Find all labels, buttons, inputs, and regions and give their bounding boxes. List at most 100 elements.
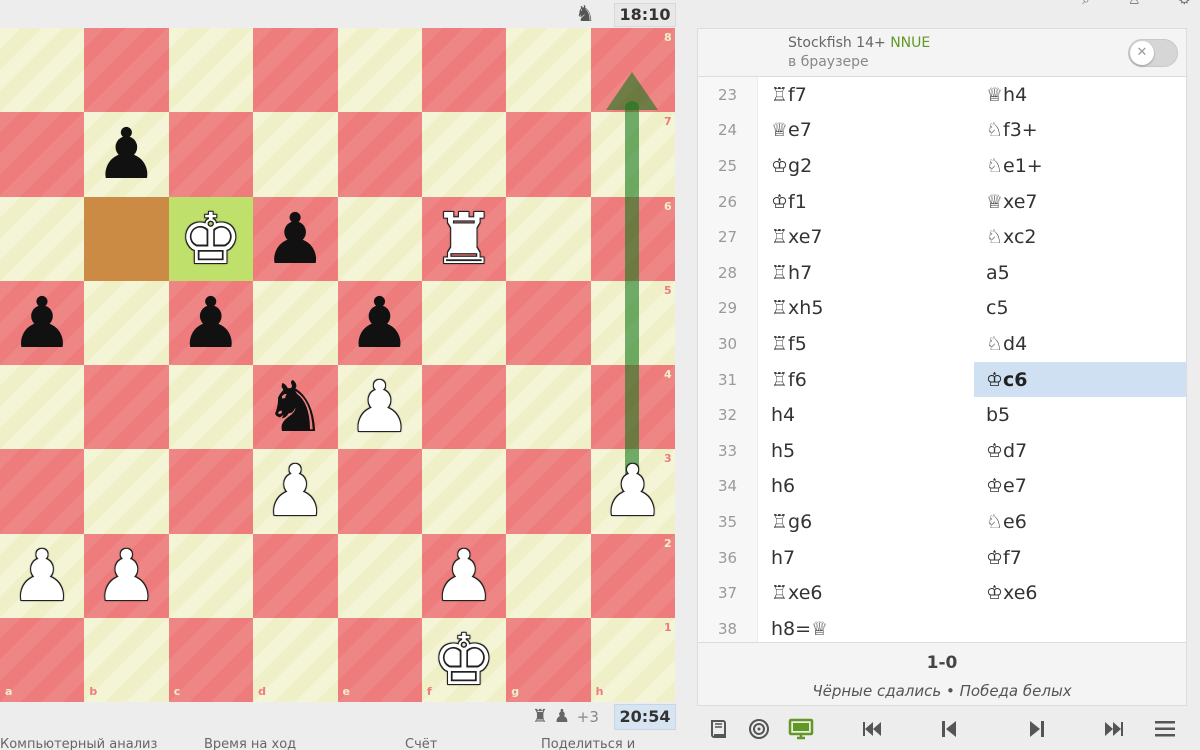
square-a7[interactable] bbox=[0, 112, 85, 197]
black-move[interactable]: ♔e7 bbox=[974, 469, 1186, 505]
square-h2[interactable] bbox=[590, 533, 676, 618]
square-f5[interactable] bbox=[421, 280, 507, 366]
white-piece-d3[interactable]: ♟ bbox=[253, 449, 337, 533]
target-icon[interactable] bbox=[741, 714, 777, 744]
white-move[interactable]: ♖xh5 bbox=[758, 291, 974, 327]
black-move[interactable]: ♘xc2 bbox=[974, 219, 1186, 255]
white-piece-b2[interactable]: ♟ bbox=[84, 534, 168, 618]
last-move-icon[interactable] bbox=[1095, 714, 1131, 744]
black-move[interactable]: ♔d7 bbox=[974, 433, 1186, 469]
square-d8[interactable] bbox=[253, 28, 338, 113]
tab-computer-analysis[interactable]: Компьютерный анализ bbox=[0, 738, 157, 750]
square-d7[interactable] bbox=[253, 112, 338, 197]
square-g2[interactable] bbox=[506, 533, 591, 618]
square-f7[interactable] bbox=[421, 112, 507, 197]
white-move[interactable]: ♔f1 bbox=[758, 184, 974, 220]
square-a4[interactable] bbox=[0, 365, 85, 450]
square-h4[interactable] bbox=[590, 365, 676, 450]
tab-move-times[interactable]: Время на ход bbox=[204, 738, 296, 750]
square-h7[interactable] bbox=[590, 112, 676, 197]
square-g6[interactable] bbox=[506, 196, 591, 281]
square-g5[interactable] bbox=[506, 280, 591, 366]
square-h6[interactable] bbox=[590, 196, 676, 281]
square-b4[interactable] bbox=[84, 365, 169, 450]
square-c1[interactable] bbox=[168, 617, 254, 703]
black-move[interactable]: ♔xe6 bbox=[974, 575, 1186, 611]
white-move[interactable]: h8=♕ bbox=[758, 611, 974, 642]
square-e3[interactable] bbox=[337, 449, 422, 534]
white-piece-a2[interactable]: ♟ bbox=[0, 534, 84, 618]
white-move[interactable]: h6 bbox=[758, 469, 974, 505]
notification-icon[interactable]: ♙ bbox=[1128, 0, 1144, 7]
search-icon[interactable]: ⌕ bbox=[1082, 0, 1098, 7]
white-move[interactable]: h7 bbox=[758, 540, 974, 576]
square-c4[interactable] bbox=[168, 365, 254, 450]
square-h5[interactable] bbox=[590, 280, 676, 366]
white-move[interactable]: ♖h7 bbox=[758, 255, 974, 291]
white-move[interactable]: ♖xe7 bbox=[758, 219, 974, 255]
square-e7[interactable] bbox=[337, 112, 422, 197]
black-move[interactable]: a5 bbox=[974, 255, 1186, 291]
square-c8[interactable] bbox=[168, 28, 254, 113]
white-move[interactable]: ♖f5 bbox=[758, 326, 974, 362]
square-g4[interactable] bbox=[506, 365, 591, 450]
black-piece-e5[interactable]: ♟ bbox=[338, 281, 422, 365]
square-f4[interactable] bbox=[421, 365, 507, 450]
white-piece-e4[interactable]: ♟ bbox=[338, 365, 422, 449]
square-e1[interactable] bbox=[337, 617, 422, 703]
black-move[interactable]: c5 bbox=[974, 291, 1186, 327]
white-piece-c6[interactable]: ♚ bbox=[169, 197, 253, 281]
square-a3[interactable] bbox=[0, 449, 85, 534]
square-f8[interactable] bbox=[421, 28, 507, 113]
white-move[interactable]: ♖f7 bbox=[758, 77, 974, 113]
square-f3[interactable] bbox=[421, 449, 507, 534]
white-move[interactable]: ♕e7 bbox=[758, 113, 974, 149]
menu-icon[interactable] bbox=[1147, 714, 1183, 744]
square-g8[interactable] bbox=[506, 28, 591, 113]
white-piece-f2[interactable]: ♟ bbox=[422, 534, 506, 618]
square-a1[interactable] bbox=[0, 617, 85, 703]
square-c3[interactable] bbox=[168, 449, 254, 534]
black-move[interactable]: ♘d4 bbox=[974, 326, 1186, 362]
black-move[interactable]: ♘e1+ bbox=[974, 148, 1186, 184]
white-piece-f6[interactable]: ♜ bbox=[422, 197, 506, 281]
square-d2[interactable] bbox=[253, 533, 338, 618]
square-c2[interactable] bbox=[168, 533, 254, 618]
black-move[interactable]: ♘f3+ bbox=[974, 113, 1186, 149]
square-h8[interactable] bbox=[590, 28, 676, 113]
black-move[interactable]: ♔c6 bbox=[974, 361, 1186, 398]
square-g3[interactable] bbox=[506, 449, 591, 534]
square-e6[interactable] bbox=[337, 196, 422, 281]
white-piece-h3[interactable]: ♟ bbox=[591, 449, 675, 533]
white-move[interactable]: ♖xe6 bbox=[758, 575, 974, 611]
first-move-icon[interactable] bbox=[855, 714, 891, 744]
black-piece-c5[interactable]: ♟ bbox=[169, 281, 253, 365]
white-piece-f1[interactable]: ♚ bbox=[422, 618, 506, 702]
next-move-icon[interactable] bbox=[1019, 714, 1055, 744]
white-move[interactable]: h5 bbox=[758, 433, 974, 469]
white-move[interactable]: ♖g6 bbox=[758, 504, 974, 540]
square-e8[interactable] bbox=[337, 28, 422, 113]
tab-score[interactable]: Счёт bbox=[405, 738, 437, 750]
tab-share[interactable]: Поделиться и bbox=[541, 738, 635, 750]
square-b3[interactable] bbox=[84, 449, 169, 534]
white-move[interactable]: h4 bbox=[758, 397, 974, 433]
settings-icon[interactable]: ⚙ bbox=[1178, 0, 1194, 7]
white-move[interactable]: ♖f6 bbox=[758, 362, 974, 398]
black-move[interactable]: ♕h4 bbox=[974, 77, 1186, 113]
black-piece-d4[interactable]: ♞ bbox=[253, 365, 337, 449]
black-move[interactable]: ♕xe7 bbox=[974, 184, 1186, 220]
engine-toggle[interactable]: ✕ bbox=[1128, 39, 1178, 67]
black-move[interactable]: ♘e6 bbox=[974, 504, 1186, 540]
square-c7[interactable] bbox=[168, 112, 254, 197]
prev-move-icon[interactable] bbox=[931, 714, 967, 744]
square-e2[interactable] bbox=[337, 533, 422, 618]
computer-icon[interactable] bbox=[783, 714, 819, 744]
square-a8[interactable] bbox=[0, 28, 85, 113]
black-move[interactable]: ♔f7 bbox=[974, 540, 1186, 576]
square-b5[interactable] bbox=[84, 280, 169, 366]
chessboard[interactable]: 87654321abcdefgh ◢ ♟♚♟♜♟♟♟♞♟♟♟♟♟♟♚ bbox=[0, 28, 676, 730]
white-move[interactable]: ♔g2 bbox=[758, 148, 974, 184]
black-piece-b7[interactable]: ♟ bbox=[84, 112, 168, 196]
square-d5[interactable] bbox=[253, 280, 338, 366]
